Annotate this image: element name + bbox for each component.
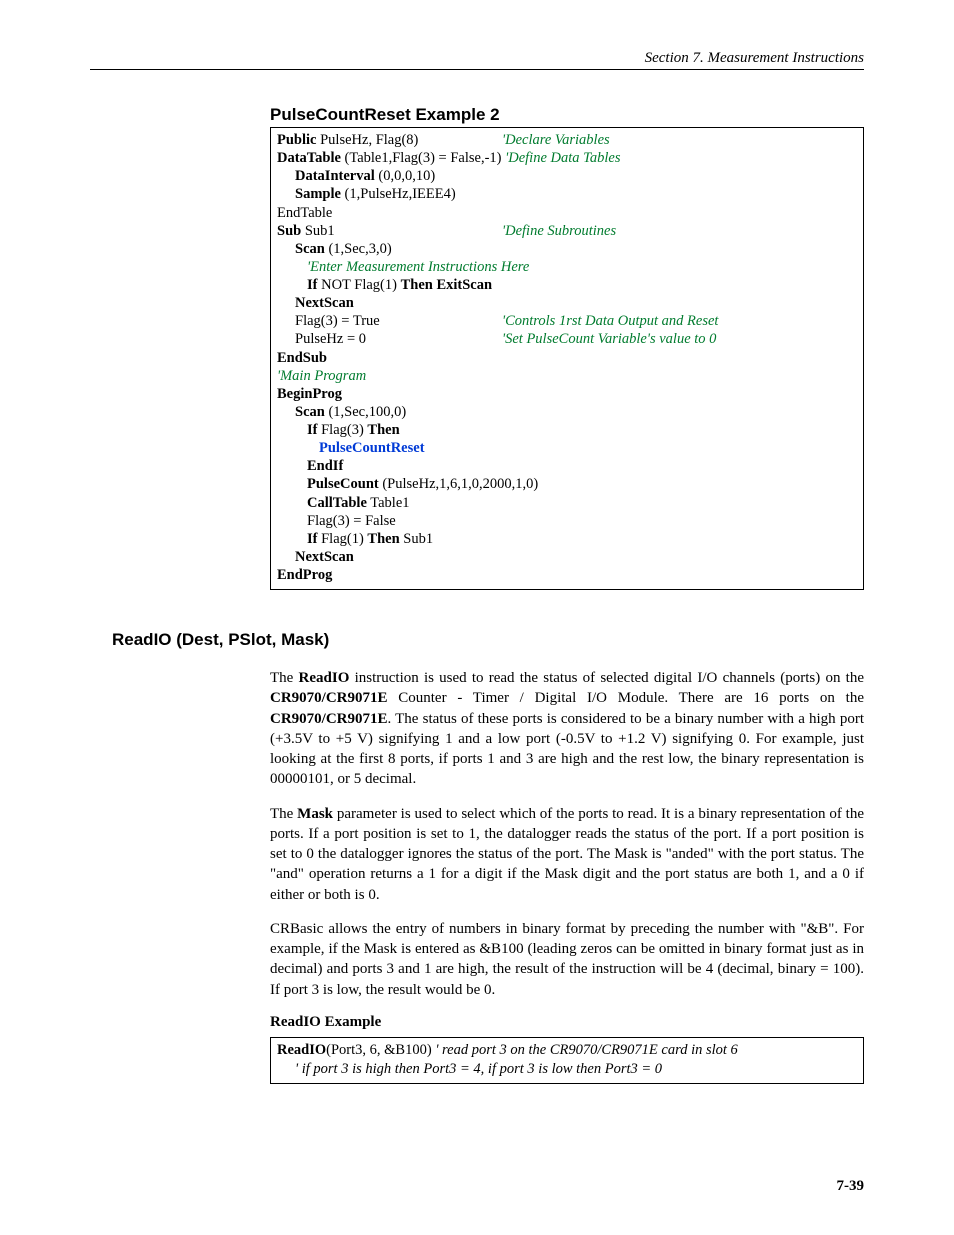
term-cr9070: CR9070/CR9071E <box>270 711 388 727</box>
code-text: (0,0,0,10) <box>375 168 435 184</box>
code-text: (Table1,Flag(3) = False,-1) <box>341 150 502 166</box>
kw-public: Public <box>277 132 316 148</box>
kw-calltable: CallTable <box>307 495 367 511</box>
code-text: (1,Sec,100,0) <box>325 404 406 420</box>
kw-sub: Sub <box>277 223 301 239</box>
kw-then: Then <box>367 531 399 547</box>
kw-sample: Sample <box>295 186 341 202</box>
code-text: (1,PulseHz,IEEE4) <box>341 186 456 202</box>
kw-then-exitscan: Then ExitScan <box>401 277 492 293</box>
kw-if: If <box>307 277 317 293</box>
code-comment: 'Main Program <box>277 368 366 384</box>
kw-pulsecount: PulseCount <box>307 476 379 492</box>
code-comment: 'Controls 1rst Data Output and Reset <box>502 313 718 329</box>
kw-if: If <box>307 531 317 547</box>
code-text: (1,Sec,3,0) <box>325 241 392 257</box>
code-comment: ' read port 3 on the CR9070/CR9071E card… <box>435 1042 738 1058</box>
term-readio: ReadIO <box>299 670 350 686</box>
code-comment: 'Enter Measurement Instructions Here <box>307 259 529 275</box>
code-comment: 'Define Data Tables <box>502 150 621 166</box>
code-comment: ' if port 3 is high then Port3 = 4, if p… <box>295 1061 662 1077</box>
paragraph: The Mask parameter is used to select whi… <box>270 804 864 905</box>
code-text: PulseHz, Flag(8) <box>316 132 418 148</box>
text: Counter - Timer / Digital I/O Module. Th… <box>388 690 864 706</box>
term-mask: Mask <box>297 806 333 822</box>
code-text: (Port3, 6, &B100) <box>326 1042 435 1058</box>
text: The <box>270 670 299 686</box>
code-text: PulseHz = 0 <box>295 331 366 347</box>
code-text: NOT Flag(1) <box>317 277 400 293</box>
code-text: Sub1 <box>400 531 433 547</box>
code-text: Flag(3) = True <box>295 313 380 329</box>
running-header: Section 7. Measurement Instructions <box>90 50 864 70</box>
kw-endprog: EndProg <box>277 567 332 583</box>
code-text: Table1 <box>367 495 410 511</box>
kw-datainterval: DataInterval <box>295 168 375 184</box>
readio-example-box: ReadIO(Port3, 6, &B100) ' read port 3 on… <box>270 1037 864 1084</box>
kw-nextscan: NextScan <box>295 295 354 311</box>
kw-pulsecountreset: PulseCountReset <box>319 440 425 456</box>
kw-datatable: DataTable <box>277 150 341 166</box>
code-comment: 'Define Subroutines <box>502 223 616 239</box>
text: instruction is used to read the status o… <box>349 670 864 686</box>
code-comment: 'Set PulseCount Variable's value to 0 <box>502 331 716 347</box>
kw-nextscan: NextScan <box>295 549 354 565</box>
text: parameter is used to select which of the… <box>270 806 864 903</box>
kw-scan: Scan <box>295 404 325 420</box>
readio-example-heading: ReadIO Example <box>270 1014 864 1031</box>
kw-beginprog: BeginProg <box>277 386 342 402</box>
code-text: Flag(1) <box>317 531 367 547</box>
paragraph: The ReadIO instruction is used to read t… <box>270 668 864 790</box>
kw-if: If <box>307 422 317 438</box>
code-text: Flag(3) = False <box>307 513 396 529</box>
example-title: PulseCountReset Example 2 <box>270 105 864 125</box>
code-example-box: Public PulseHz, Flag(8) 'Declare Variabl… <box>270 127 864 590</box>
paragraph: CRBasic allows the entry of numbers in b… <box>270 919 864 1000</box>
code-text: EndTable <box>277 204 857 222</box>
page-number: 7-39 <box>837 1178 865 1195</box>
kw-then: Then <box>367 422 399 438</box>
term-cr9070: CR9070/CR9071E <box>270 690 388 706</box>
kw-readio: ReadIO <box>277 1042 326 1058</box>
text: The <box>270 806 297 822</box>
kw-scan: Scan <box>295 241 325 257</box>
kw-endif: EndIf <box>307 458 343 474</box>
code-text: Flag(3) <box>317 422 367 438</box>
code-text: (PulseHz,1,6,1,0,2000,1,0) <box>379 476 539 492</box>
code-comment: 'Declare Variables <box>502 132 610 148</box>
code-text: Sub1 <box>301 223 334 239</box>
section-heading-readio: ReadIO (Dest, PSlot, Mask) <box>112 630 864 650</box>
kw-endsub: EndSub <box>277 350 327 366</box>
